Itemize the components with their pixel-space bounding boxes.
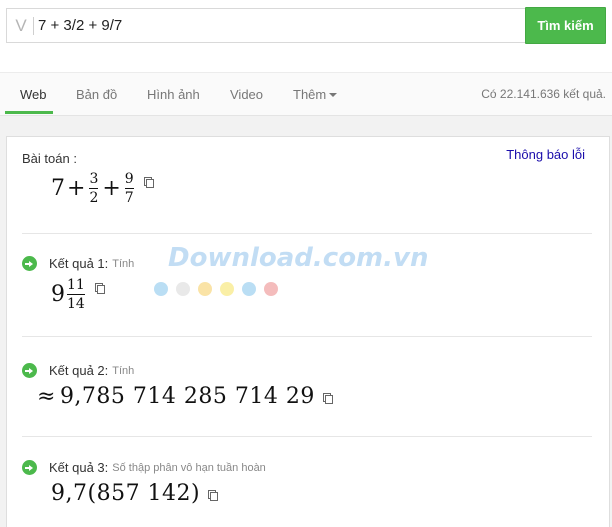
- copy-icon[interactable]: [143, 176, 154, 188]
- arrow-right-icon: [22, 363, 37, 378]
- tab-maps[interactable]: Bản đồ: [76, 73, 117, 116]
- fraction-numerator: 9: [124, 171, 134, 187]
- tab-images[interactable]: Hình ảnh: [147, 73, 200, 116]
- copy-icon[interactable]: [208, 489, 219, 501]
- fraction-numerator: 3: [89, 171, 99, 187]
- expr-fraction: 3 2: [89, 171, 99, 206]
- expr-operator: +: [102, 176, 121, 201]
- result-header: Kết quả 3: Số thập phân vô hạn tuần hoàn: [22, 460, 266, 475]
- fraction-bar: [124, 188, 134, 189]
- problem-expression: 7 + 3 2 + 9 7: [51, 171, 154, 206]
- copy-icon[interactable]: [322, 392, 333, 404]
- tab-more-label: Thêm: [293, 87, 327, 102]
- section-divider: [22, 233, 592, 234]
- content-area: Bài toán : Thông báo lỗi 7 + 3 2 + 9 7 K…: [0, 116, 612, 527]
- watermark-dot: [242, 282, 256, 296]
- result-header: Kết quả 2: Tính: [22, 363, 332, 378]
- watermark-dot: [220, 282, 234, 296]
- fraction-numerator: 11: [67, 277, 85, 293]
- result-3: Kết quả 3: Số thập phân vô hạn tuần hoàn…: [22, 460, 266, 506]
- watermark-dot: [176, 282, 190, 296]
- mixed-number-fraction: 11 14: [67, 277, 85, 312]
- tab-video[interactable]: Video: [230, 73, 263, 116]
- expr-fraction: 9 7: [124, 171, 134, 206]
- watermark-dot: [264, 282, 278, 296]
- result-subtitle: Tính: [112, 364, 135, 377]
- search-divider: [33, 16, 34, 35]
- watermark-dot: [198, 282, 212, 296]
- arrow-right-icon: [22, 460, 37, 475]
- math-result-card: Bài toán : Thông báo lỗi 7 + 3 2 + 9 7 K…: [6, 136, 610, 527]
- active-tab-indicator: [5, 111, 53, 114]
- chevron-down-icon: [329, 92, 338, 97]
- fraction-denominator: 2: [89, 190, 99, 206]
- result-value: 9,7(857 142): [51, 481, 266, 506]
- fraction-bar: [89, 188, 99, 189]
- fraction-denominator: 7: [124, 190, 134, 206]
- result-subtitle: Tính: [112, 257, 135, 270]
- copy-icon[interactable]: [94, 282, 105, 294]
- report-error-link[interactable]: Thông báo lỗi: [506, 147, 585, 162]
- result-count: Có 22.141.636 kết quả.: [481, 87, 606, 101]
- tab-web[interactable]: Web: [20, 73, 47, 116]
- search-button[interactable]: Tìm kiếm: [525, 7, 606, 44]
- result-title: Kết quả 2:: [49, 363, 109, 378]
- result-subtitle: Số thập phân vô hạn tuần hoàn: [112, 461, 266, 474]
- section-divider: [22, 336, 592, 337]
- section-divider: [22, 436, 592, 437]
- expr-term: 7: [51, 176, 65, 201]
- problem-label: Bài toán :: [22, 151, 77, 166]
- arrow-right-icon: [22, 256, 37, 271]
- search-header: V Tìm kiếm: [0, 0, 612, 72]
- watermark-dots: [154, 282, 278, 296]
- mixed-number-whole: 9: [51, 282, 65, 307]
- result-title: Kết quả 3:: [49, 460, 109, 475]
- approx-symbol: ≈: [37, 384, 56, 409]
- tab-more[interactable]: Thêm: [293, 73, 338, 116]
- result-2: Kết quả 2: Tính ≈ 9,785 714 285 714 29: [22, 363, 333, 409]
- nav-bar: Web Bản đồ Hình ảnh Video Thêm Có 22.141…: [0, 72, 612, 116]
- result-title: Kết quả 1:: [49, 256, 109, 271]
- search-input[interactable]: [38, 17, 498, 34]
- brand-logo-icon[interactable]: V: [11, 16, 31, 36]
- fraction-denominator: 14: [67, 296, 85, 312]
- result-value: ≈ 9,785 714 285 714 29: [37, 384, 333, 409]
- watermark-logo: Download.com.vn: [168, 243, 429, 273]
- decimal-value: 9,785 714 285 714 29: [59, 384, 315, 409]
- search-box[interactable]: V: [6, 8, 526, 43]
- result-1: Kết quả 1: Tính 9 11 14: [22, 256, 134, 312]
- expr-operator: +: [67, 176, 86, 201]
- watermark-dot: [154, 282, 168, 296]
- result-value: 9 11 14: [51, 277, 134, 312]
- result-header: Kết quả 1: Tính: [22, 256, 134, 271]
- repeating-decimal-value: 9,7(857 142): [51, 481, 201, 506]
- fraction-bar: [67, 294, 85, 295]
